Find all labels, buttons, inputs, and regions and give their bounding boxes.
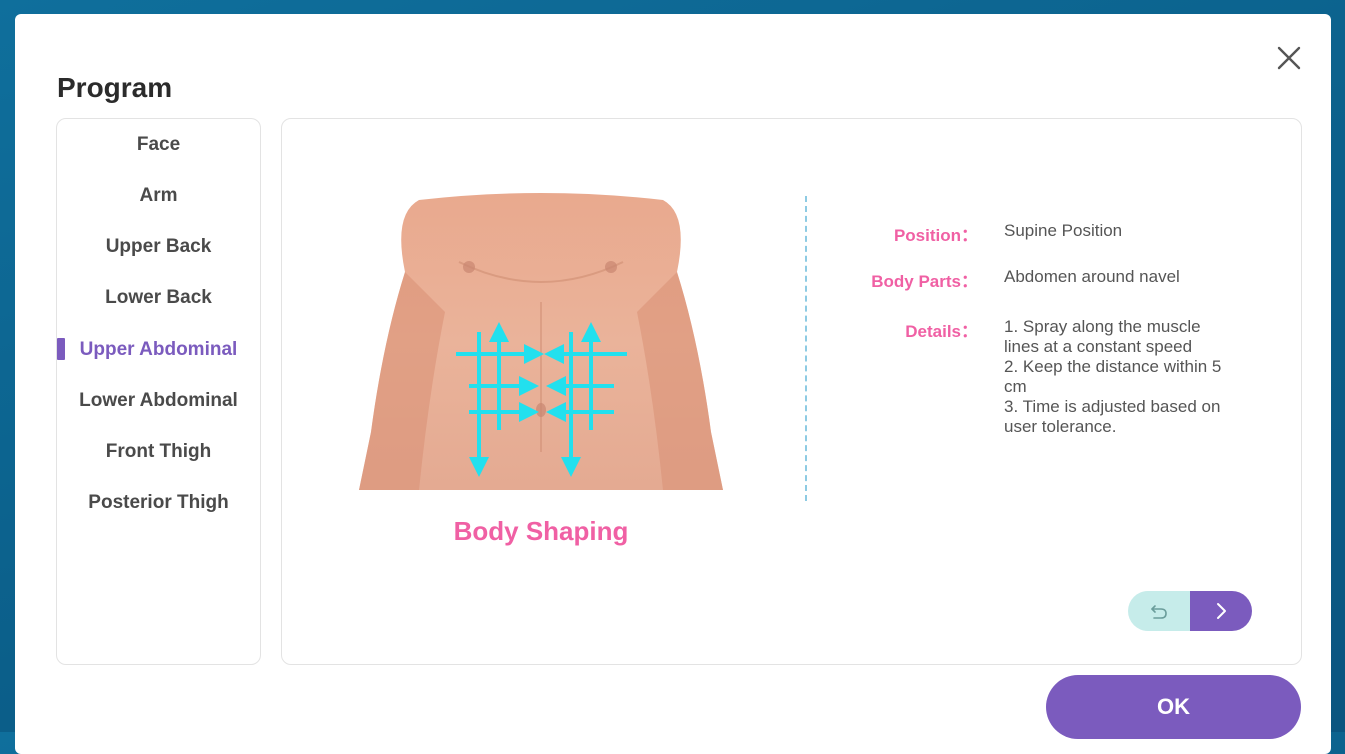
step-navigation bbox=[1128, 591, 1252, 631]
details-line: 1. Spray along the muscle bbox=[1004, 317, 1201, 336]
position-label: Position： bbox=[893, 226, 978, 245]
program-name: Body Shaping bbox=[453, 516, 629, 546]
program-dialog: Program Face Arm Upper Back Lower Back U… bbox=[15, 14, 1331, 754]
position-value: Supine Position bbox=[1004, 221, 1123, 240]
sidebar-item-posterior-thigh[interactable]: Posterior Thigh bbox=[57, 488, 260, 518]
next-button[interactable] bbox=[1190, 591, 1252, 631]
divider bbox=[805, 196, 807, 501]
details-line: 2. Keep the distance within 5 bbox=[1004, 357, 1222, 376]
sidebar-item-upper-abdominal[interactable]: Upper Abdominal bbox=[57, 335, 260, 365]
sidebar-item-lower-abdominal[interactable]: Lower Abdominal bbox=[57, 386, 260, 416]
details-line: user tolerance. bbox=[1004, 417, 1117, 436]
ok-button[interactable]: OK bbox=[1046, 675, 1301, 739]
sidebar-item-front-thigh[interactable]: Front Thigh bbox=[57, 437, 260, 467]
program-sidebar: Face Arm Upper Back Lower Back Upper Abd… bbox=[56, 118, 261, 665]
chevron-right-icon bbox=[1217, 603, 1226, 619]
sidebar-item-upper-back[interactable]: Upper Back bbox=[57, 232, 260, 262]
details-line: cm bbox=[1004, 377, 1027, 396]
close-icon bbox=[1277, 46, 1301, 70]
details-value: 1. Spray along the muscle lines at a con… bbox=[1004, 317, 1264, 437]
body-parts-value: Abdomen around navel bbox=[1004, 267, 1180, 286]
details-line: 3. Time is adjusted based on bbox=[1004, 397, 1221, 416]
undo-icon bbox=[1151, 605, 1167, 619]
back-button[interactable] bbox=[1128, 591, 1190, 631]
sidebar-item-arm[interactable]: Arm bbox=[57, 181, 260, 211]
sidebar-item-lower-back[interactable]: Lower Back bbox=[57, 283, 260, 313]
details-label: Details： bbox=[905, 322, 978, 341]
close-button[interactable] bbox=[1275, 44, 1303, 72]
body-parts-label: Body Parts： bbox=[871, 272, 978, 291]
program-detail-panel: Body Shaping Position： Supine Position B… bbox=[281, 118, 1302, 665]
details-line: lines at a constant speed bbox=[1004, 337, 1193, 356]
body-diagram-image bbox=[359, 192, 723, 490]
dialog-title: Program bbox=[57, 72, 173, 103]
sidebar-item-face[interactable]: Face bbox=[57, 130, 260, 160]
